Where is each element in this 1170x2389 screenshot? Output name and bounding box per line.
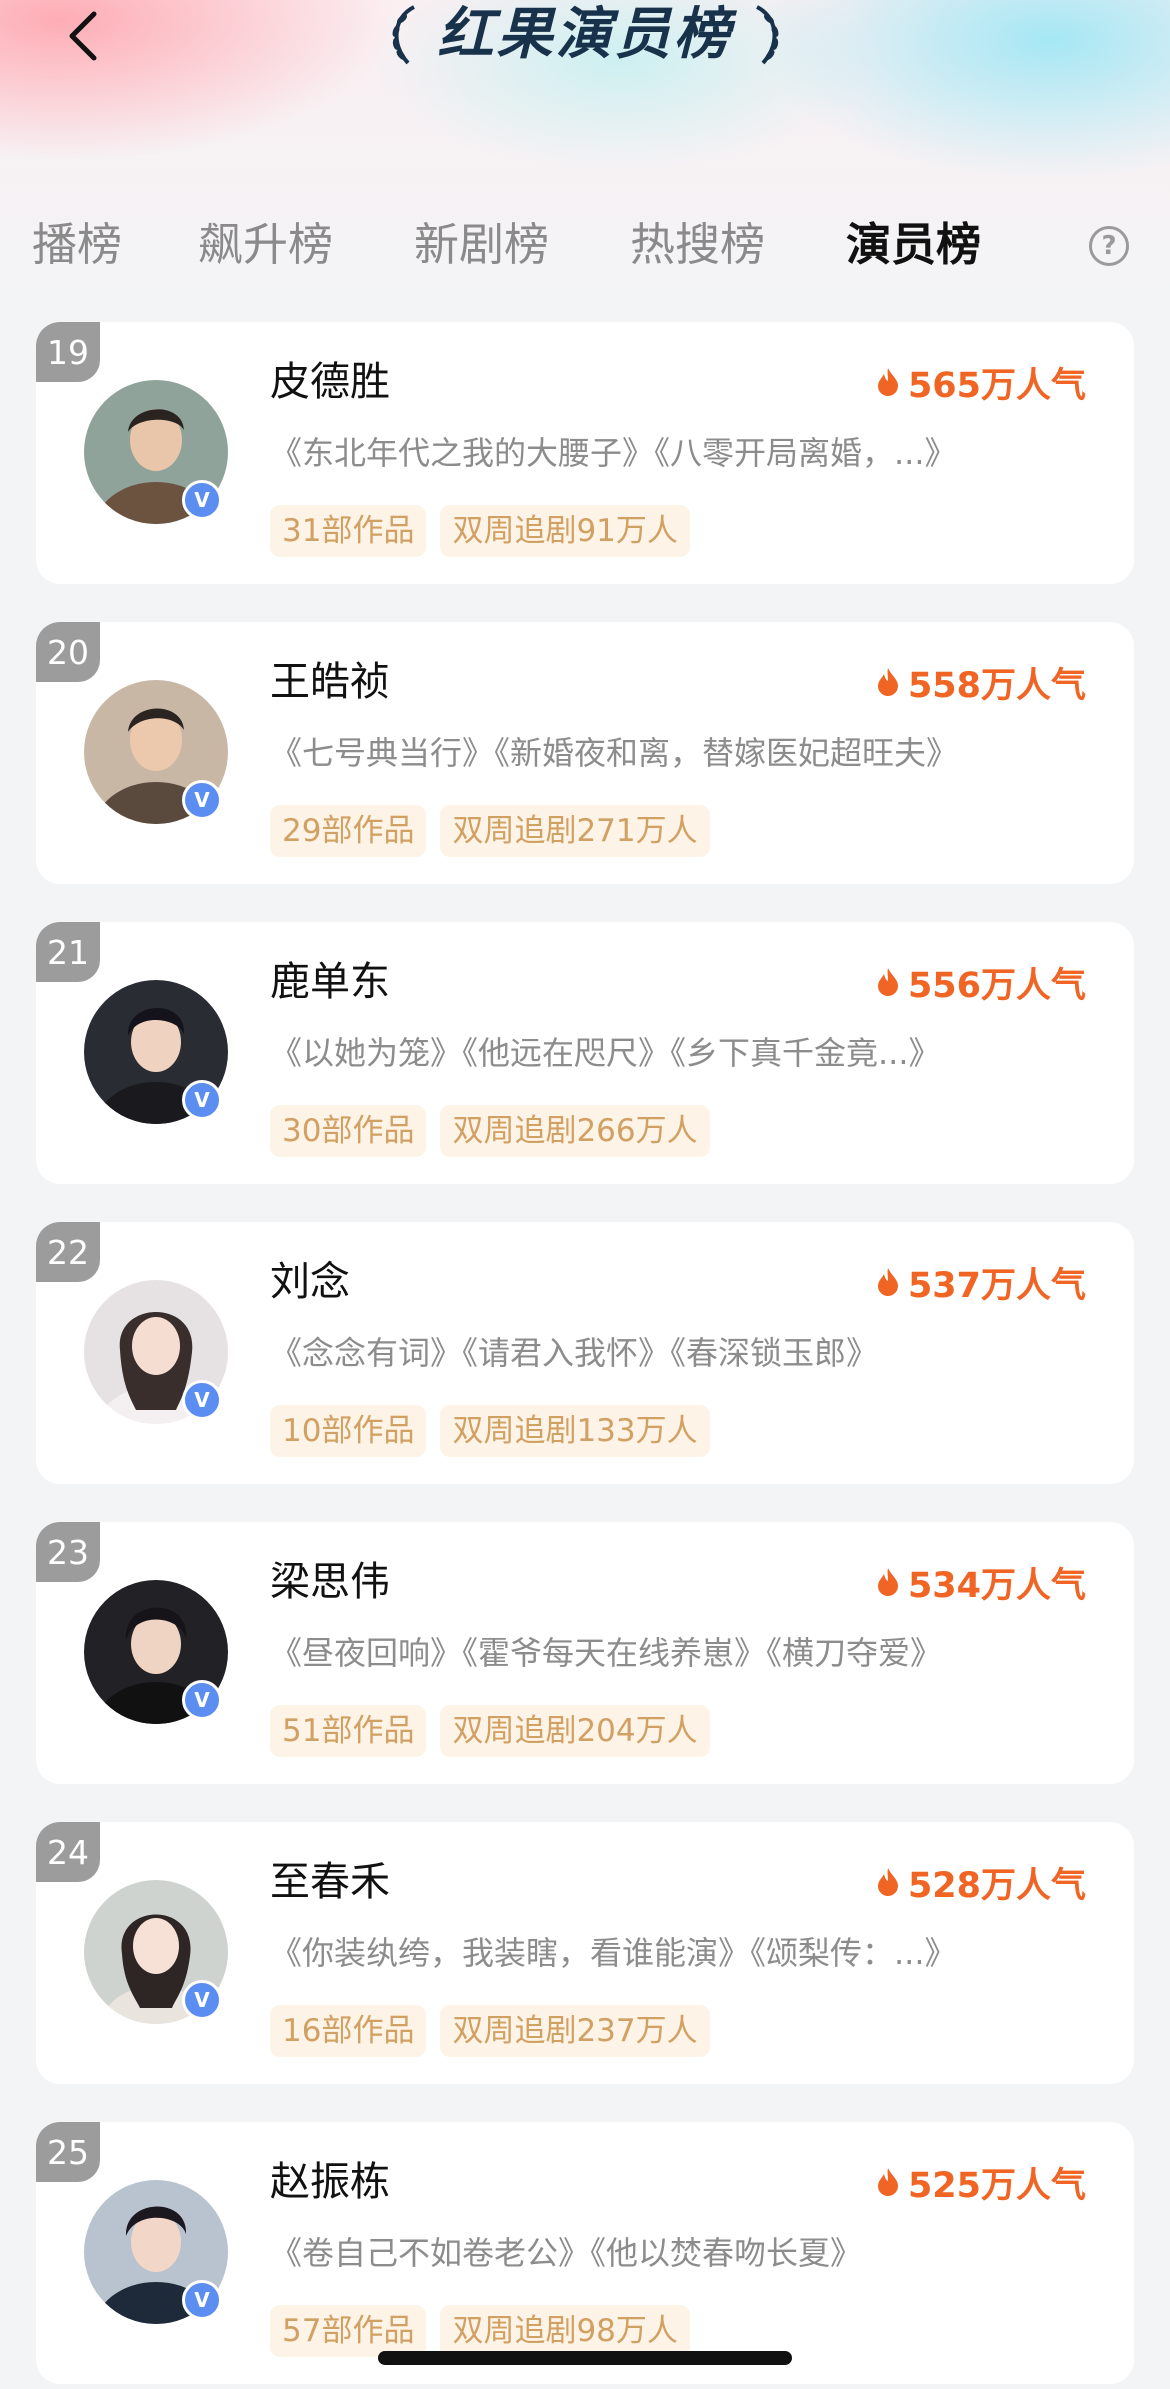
followers-tag: 双周追剧133万人 [440, 1405, 710, 1457]
works-count-tag: 29部作品 [270, 805, 427, 857]
followers-tag: 双周追剧98万人 [440, 2305, 690, 2357]
tab-hot-search[interactable]: 热搜榜 [630, 210, 765, 280]
works-list: 《以她为笼》《他远在咫尺》《乡下真千金竟...》 [270, 1034, 941, 1072]
tag-group: 57部作品 双周追剧98万人 [270, 2305, 690, 2357]
flame-icon [877, 668, 898, 696]
verified-badge-icon: V [182, 2280, 222, 2320]
tag-group: 29部作品 双周追剧271万人 [270, 805, 710, 857]
popularity: 558万人气 [876, 654, 1086, 710]
works-count-tag: 30部作品 [270, 1105, 427, 1157]
tag-group: 51部作品 双周追剧204万人 [270, 1705, 710, 1757]
tag-group: 16部作品 双周追剧237万人 [270, 2005, 710, 2057]
verified-badge-icon: V [182, 1080, 222, 1120]
tab-soaring[interactable]: 飙升榜 [198, 210, 333, 280]
followers-tag: 双周追剧271万人 [440, 805, 710, 857]
verified-badge-icon: V [182, 1380, 222, 1420]
popularity: 528万人气 [876, 1854, 1086, 1910]
actor-card[interactable]: 19 V 皮德胜 565万人气 《东北年代之我的大腰子》《八零开局离婚，...》… [36, 322, 1134, 584]
verified-badge-icon: V [182, 1680, 222, 1720]
popularity: 525万人气 [876, 2154, 1086, 2210]
rank-badge: 24 [36, 1822, 100, 1882]
popularity-value: 556万人气 [907, 965, 1086, 1006]
rank-badge: 25 [36, 2122, 100, 2182]
actor-card[interactable]: 24 V 至春禾 528万人气 《你装纨绔，我装瞎，看谁能演》《颂梨传：...》… [36, 1822, 1134, 2084]
flame-icon [877, 1868, 898, 1896]
actor-name: 王皓祯 [270, 659, 390, 705]
rank-badge: 22 [36, 1222, 100, 1282]
tag-group: 10部作品 双周追剧133万人 [270, 1405, 710, 1457]
works-list: 《卷自己不如卷老公》《他以焚春吻长夏》 [270, 2234, 863, 2272]
tab-bo[interactable]: 播榜 [32, 210, 122, 280]
followers-tag: 双周追剧91万人 [440, 505, 690, 557]
popularity-value: 558万人气 [907, 665, 1086, 706]
popularity-value: 525万人气 [907, 2165, 1086, 2206]
flame-icon [877, 2168, 898, 2196]
works-count-tag: 57部作品 [270, 2305, 427, 2357]
laurel-icon [755, 5, 778, 65]
tag-group: 31部作品 双周追剧91万人 [270, 505, 690, 557]
verified-badge-icon: V [182, 1980, 222, 2020]
verified-badge-icon: V [182, 780, 222, 820]
flame-icon [877, 968, 898, 996]
popularity: 565万人气 [876, 354, 1086, 410]
actor-name: 赵振栋 [270, 2159, 390, 2205]
page-title: 红果演员榜 [437, 2, 733, 67]
actor-card[interactable]: 25 V 赵振栋 525万人气 《卷自己不如卷老公》《他以焚春吻长夏》 57部作… [36, 2122, 1134, 2384]
popularity-value: 537万人气 [907, 1265, 1086, 1306]
rank-badge: 21 [36, 922, 100, 982]
tag-group: 30部作品 双周追剧266万人 [270, 1105, 710, 1157]
question-circle-icon[interactable]: ? [1089, 226, 1129, 266]
works-count-tag: 31部作品 [270, 505, 427, 557]
tab-actors[interactable]: 演员榜 [846, 210, 981, 280]
works-list: 《东北年代之我的大腰子》《八零开局离婚，...》 [270, 434, 957, 472]
actor-card[interactable]: 23 V 梁思伟 534万人气 《昼夜回响》《霍爷每天在线养崽》《横刀夺爱》 5… [36, 1522, 1134, 1784]
works-list: 《你装纨绔，我装瞎，看谁能演》《颂梨传：...》 [270, 1934, 957, 1972]
tab-new-drama[interactable]: 新剧榜 [414, 210, 549, 280]
popularity: 534万人气 [876, 1554, 1086, 1610]
flame-icon [877, 1568, 898, 1596]
rank-badge: 23 [36, 1522, 100, 1582]
popularity-value: 565万人气 [907, 365, 1086, 406]
works-count-tag: 51部作品 [270, 1705, 427, 1757]
rank-badge: 20 [36, 622, 100, 682]
rank-badge: 19 [36, 322, 100, 382]
ranking-tabs: 播榜 飙升榜 新剧榜 热搜榜 演员榜 [0, 210, 1170, 280]
actor-card[interactable]: 22 V 刘念 537万人气 《念念有词》《请君入我怀》《春深锁玉郎》 10部作… [36, 1222, 1134, 1484]
followers-tag: 双周追剧237万人 [440, 2005, 710, 2057]
followers-tag: 双周追剧266万人 [440, 1105, 710, 1157]
popularity-value: 534万人气 [907, 1565, 1086, 1606]
popularity: 556万人气 [876, 954, 1086, 1010]
actor-name: 至春禾 [270, 1859, 390, 1905]
works-list: 《念念有词》《请君入我怀》《春深锁玉郎》 [270, 1334, 879, 1372]
works-list: 《昼夜回响》《霍爷每天在线养崽》《横刀夺爱》 [270, 1634, 943, 1672]
works-count-tag: 16部作品 [270, 2005, 427, 2057]
title-bar: 红果演员榜 [0, 0, 1170, 70]
works-list: 《七号典当行》《新婚夜和离，替嫁医妃超旺夫》 [270, 734, 959, 772]
home-indicator[interactable] [378, 2351, 792, 2365]
flame-icon [877, 368, 898, 396]
followers-tag: 双周追剧204万人 [440, 1705, 710, 1757]
popularity-value: 528万人气 [907, 1865, 1086, 1906]
works-count-tag: 10部作品 [270, 1405, 427, 1457]
actor-card[interactable]: 21 V 鹿单东 556万人气 《以她为笼》《他远在咫尺》《乡下真千金竟...》… [36, 922, 1134, 1184]
verified-badge-icon: V [182, 480, 222, 520]
actor-name: 刘念 [270, 1259, 350, 1305]
popularity: 537万人气 [876, 1254, 1086, 1310]
flame-icon [877, 1268, 898, 1296]
actor-name: 梁思伟 [270, 1559, 390, 1605]
actor-card[interactable]: 20 V 王皓祯 558万人气 《七号典当行》《新婚夜和离，替嫁医妃超旺夫》 2… [36, 622, 1134, 884]
actor-name: 鹿单东 [270, 959, 390, 1005]
laurel-icon [392, 5, 415, 65]
actor-name: 皮德胜 [270, 359, 390, 405]
